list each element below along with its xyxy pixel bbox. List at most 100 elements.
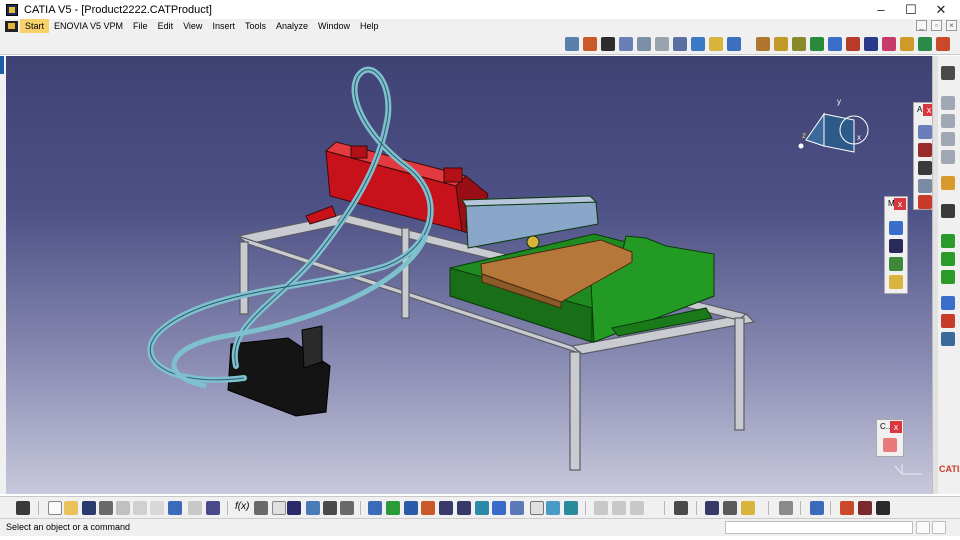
menu-analyze[interactable]: Analyze [271,19,313,33]
save-icon[interactable] [82,501,96,515]
hide-show-icon[interactable] [546,501,560,515]
command-input[interactable] [725,521,913,534]
menu-window[interactable]: Window [313,19,355,33]
grid-icon[interactable] [655,37,669,51]
fit-all-icon[interactable] [386,501,400,515]
comment-icon[interactable] [254,501,268,515]
reorder-icon[interactable] [941,314,955,328]
doc-minimize-button[interactable]: _ [916,20,927,31]
close-toolbar-button[interactable]: x [890,421,902,433]
table-icon[interactable] [287,501,301,515]
open-icon[interactable] [64,501,78,515]
close-toolbar-button[interactable]: x [894,198,906,210]
assembly-icon[interactable] [601,37,615,51]
simulate-icon[interactable] [858,501,872,515]
cursor-icon[interactable] [594,501,608,515]
distance-icon[interactable] [705,501,719,515]
material-icon[interactable] [810,501,824,515]
measure-between-icon[interactable] [612,501,626,515]
manipulate-move-icon[interactable] [889,275,903,289]
manipulate-icon[interactable] [864,37,878,51]
help-icon[interactable] [206,501,220,515]
select-arrow-icon[interactable] [941,176,955,190]
numbering-icon[interactable] [941,332,955,346]
doc-restore-button[interactable]: ▫ [931,20,942,31]
sync-icon[interactable] [691,37,705,51]
options-icon[interactable] [936,37,950,51]
pan-icon[interactable] [404,501,418,515]
explode-icon[interactable] [673,37,687,51]
scene-icon[interactable] [723,501,737,515]
render-icon[interactable] [674,501,688,515]
bolt-icon[interactable] [727,37,741,51]
menu-start[interactable]: Start [20,19,50,33]
analysis-icon[interactable] [630,501,644,515]
render-style-icon[interactable] [530,501,544,515]
close-button[interactable]: ✕ [926,0,956,19]
hierarchy-icon[interactable] [306,501,320,515]
rotate-icon[interactable] [421,501,435,515]
annotation-icon[interactable] [918,125,932,139]
insert-part-icon[interactable] [941,270,955,284]
normal-view-icon[interactable] [475,501,489,515]
minimize-button[interactable]: – [866,0,896,19]
light-icon[interactable] [741,501,755,515]
fly-mode-icon[interactable] [941,204,955,218]
explode-move-icon[interactable] [889,257,903,271]
menu-insert[interactable]: Insert [207,19,240,33]
settings-icon[interactable] [900,37,914,51]
menu-tools[interactable]: Tools [240,19,271,33]
network-icon[interactable] [709,37,723,51]
command-option-button[interactable] [916,521,930,534]
redo-icon[interactable] [188,501,202,515]
formula-icon[interactable]: f(x) [235,501,249,515]
constraint-icon[interactable] [756,37,770,51]
command-execute-button[interactable] [932,521,946,534]
surface-icon[interactable] [941,132,955,146]
shape-icon[interactable] [941,114,955,128]
tree-icon[interactable] [918,37,932,51]
menu-enovia[interactable]: ENOVIA V5 VPM [49,19,128,33]
insert-component-icon[interactable] [941,234,955,248]
compute-icon[interactable] [840,501,854,515]
tolerance-icon[interactable] [918,195,932,209]
flag-icon[interactable] [828,37,842,51]
camera-icon[interactable] [16,501,30,515]
zoom-out-icon[interactable] [457,501,471,515]
palette-icon[interactable] [882,37,896,51]
menu-edit[interactable]: Edit [153,19,179,33]
catalog-grid-icon[interactable] [883,438,897,452]
snap-icon[interactable] [810,37,824,51]
print-icon[interactable] [99,501,113,515]
part-icon[interactable] [583,37,597,51]
swap-icon[interactable] [564,501,578,515]
maximize-button[interactable]: ☐ [896,0,926,19]
menu-view[interactable]: View [178,19,207,33]
view-icon[interactable] [918,179,932,193]
paste-icon[interactable] [150,501,164,515]
iso-view-icon[interactable] [510,501,524,515]
knowledge-icon[interactable] [323,501,337,515]
insert-product-icon[interactable] [941,252,955,266]
compass-move-icon[interactable] [889,221,903,235]
edit-icon[interactable] [272,501,286,515]
3d-viewport[interactable]: y x z Ax Mx C... x [6,56,937,494]
pencil-icon[interactable] [637,37,651,51]
catalog-icon[interactable] [846,37,860,51]
replace-icon[interactable] [941,296,955,310]
multi-view-icon[interactable] [492,501,506,515]
gears-icon[interactable] [941,66,955,80]
text-icon[interactable] [918,143,932,157]
copy-icon[interactable] [133,501,147,515]
sketch-icon[interactable] [565,37,579,51]
zoom-in-icon[interactable] [439,501,453,515]
fly-icon[interactable] [368,501,382,515]
macro-icon[interactable] [340,501,354,515]
snap-move-icon[interactable] [889,239,903,253]
analyze-icon[interactable] [876,501,890,515]
part-design-icon[interactable] [941,96,955,110]
export-icon[interactable] [792,37,806,51]
gear-icon[interactable] [774,37,788,51]
new-icon[interactable] [48,501,62,515]
cloud-icon[interactable] [779,501,793,515]
